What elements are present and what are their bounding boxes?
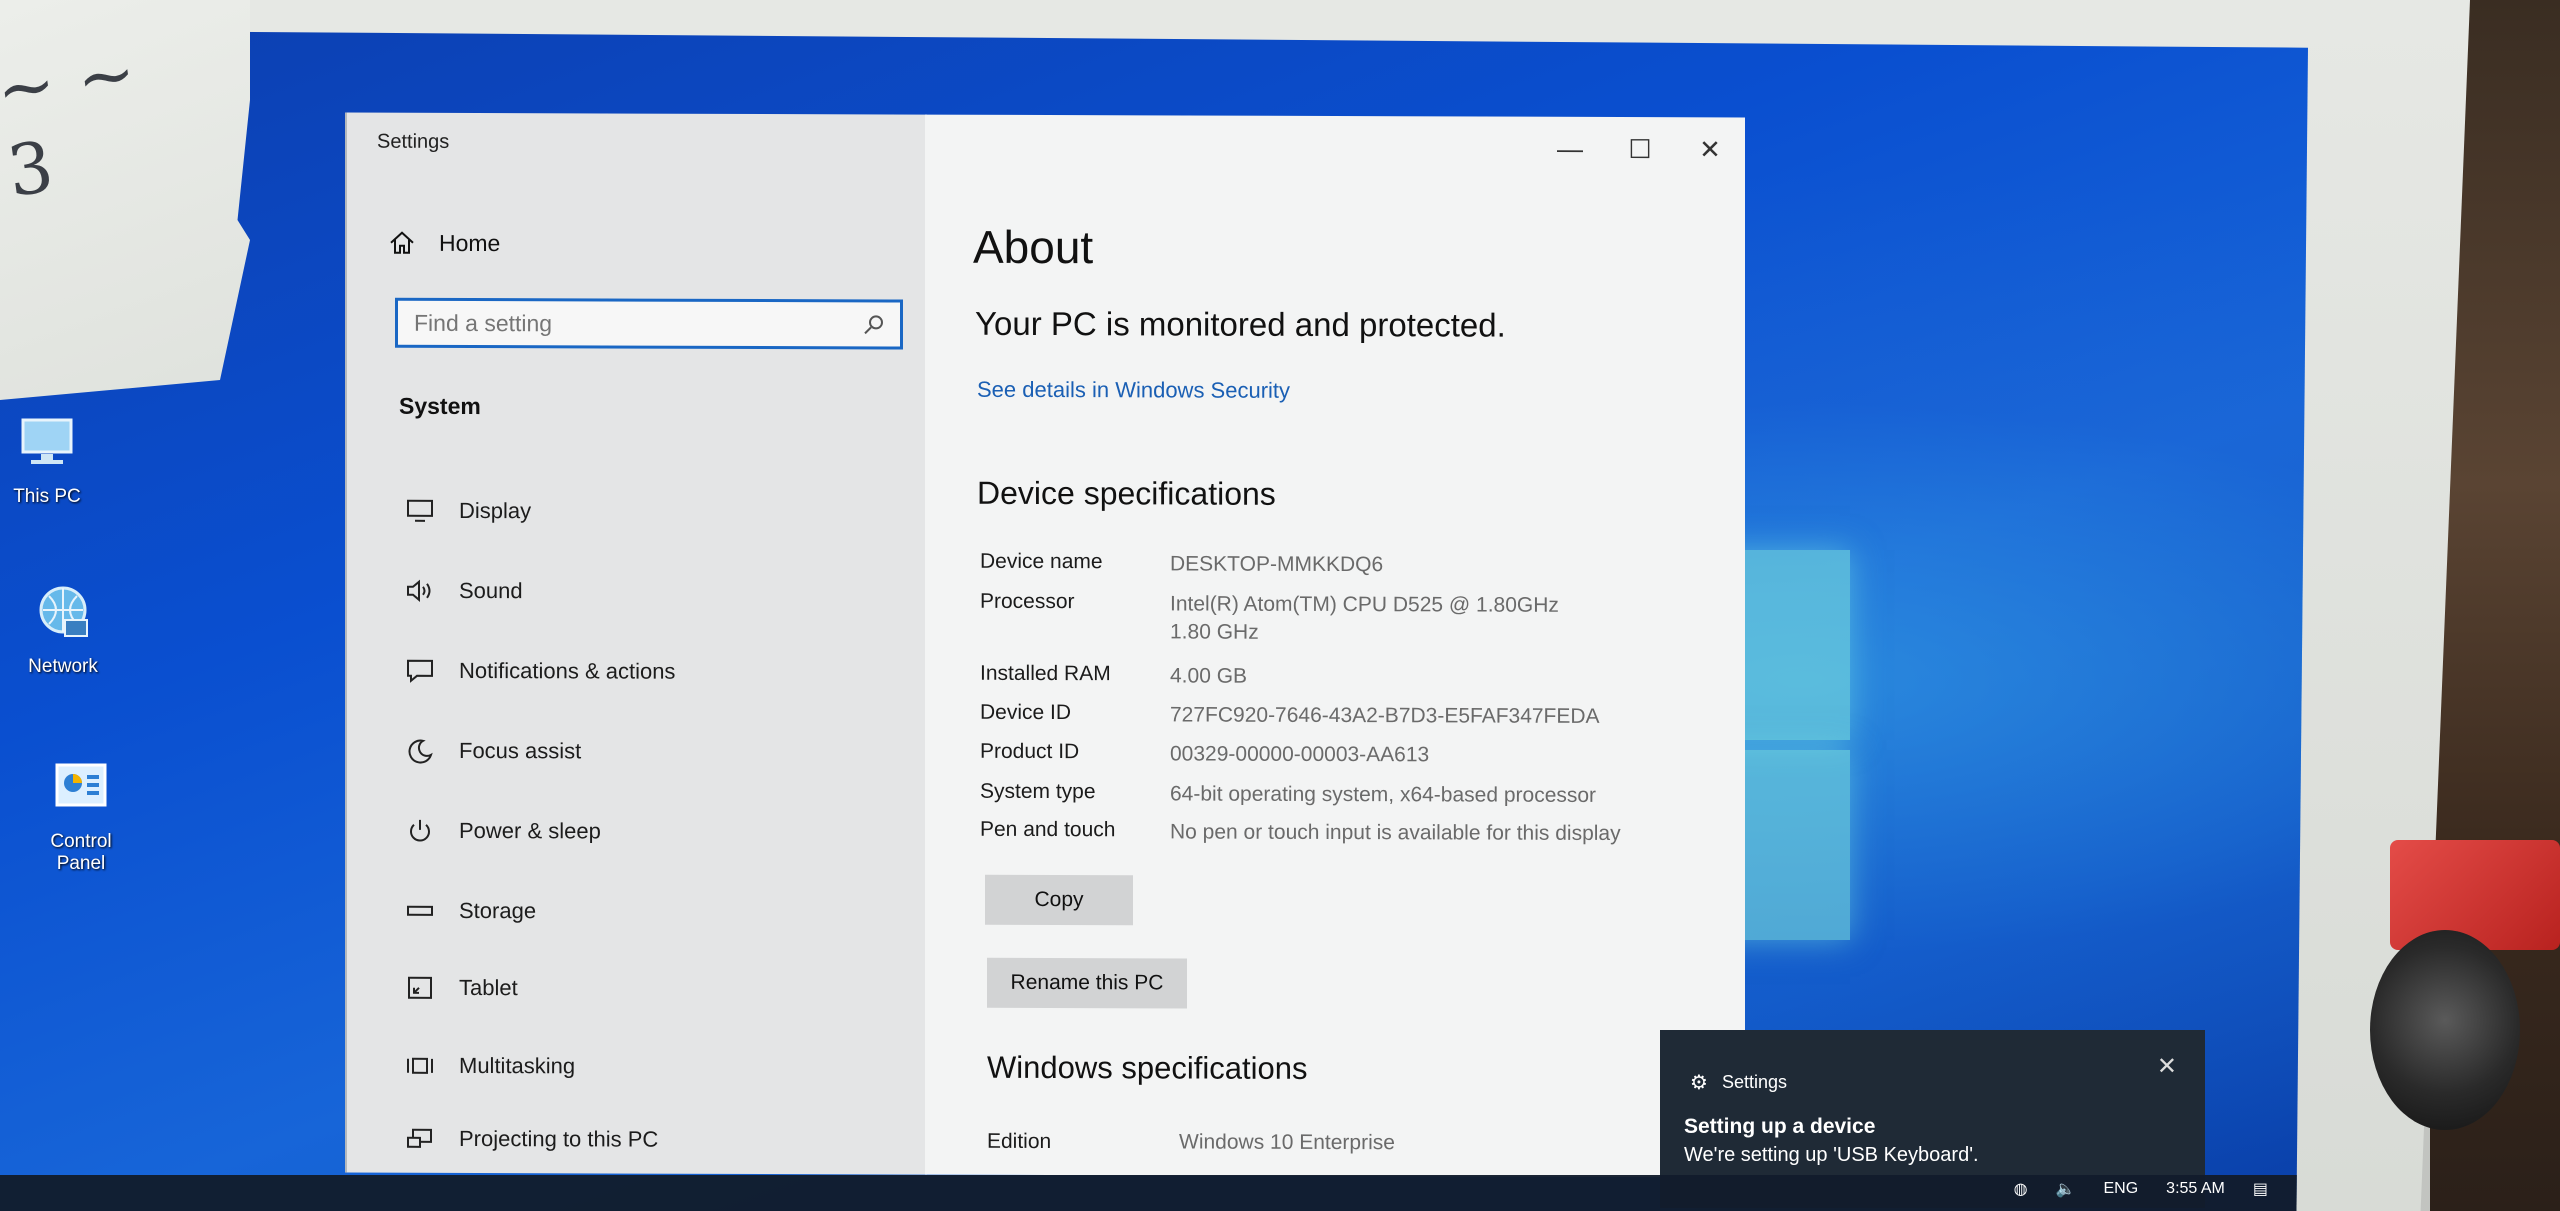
system-tray: ◍ 🔈 ENG 3:55 AM ▤ xyxy=(2014,1179,2268,1199)
toast-message: We're setting up 'USB Keyboard'. xyxy=(1684,1144,1979,1166)
spec-row-device-id: Device ID 727FC920-7646-43A2-B7D3-E5FAF3… xyxy=(980,701,1670,731)
spec-row-device-name: Device name DESKTOP-MMKKDQ6 xyxy=(980,550,1670,580)
sidebar-item-multitasking[interactable]: Multitasking xyxy=(405,1053,575,1080)
home-icon xyxy=(390,231,414,254)
desktop-icon-this-pc[interactable]: This PC xyxy=(0,410,102,508)
page-title: About xyxy=(973,220,1094,274)
storage-icon xyxy=(407,905,433,916)
sidebar-item-label: Sound xyxy=(459,577,523,604)
desktop-icon-network[interactable]: Network xyxy=(8,580,118,678)
spec-key: Installed RAM xyxy=(980,661,1111,686)
spec-key: Device name xyxy=(980,549,1103,574)
toast-app: ⚙ Settings xyxy=(1690,1070,1787,1095)
power-icon xyxy=(410,819,430,842)
spec-value: 4.00 GB xyxy=(1170,664,1248,688)
toast-title: Setting up a device xyxy=(1684,1115,1876,1138)
desktop-icon-label: Network xyxy=(28,656,98,677)
spec-row-processor: Processor Intel(R) Atom(TM) CPU D525 @ 1… xyxy=(980,590,1600,648)
search-box[interactable] xyxy=(395,297,903,350)
control-panel-icon xyxy=(55,763,107,807)
focus-assist-icon xyxy=(408,739,433,764)
spec-value: DESKTOP-MMKKDQ6 xyxy=(1170,552,1384,577)
paper-note: ~ ~3 xyxy=(0,0,250,400)
spec-row-product-id: Product ID 00329-00000-00003-AA613 xyxy=(980,740,1670,770)
spec-value: 727FC920-7646-43A2-B7D3-E5FAF347FEDA xyxy=(1170,703,1600,728)
notifications-icon xyxy=(407,659,433,683)
projecting-icon xyxy=(407,1128,432,1148)
photo-dark-object xyxy=(2370,930,2520,1130)
copy-button[interactable]: Copy xyxy=(985,874,1133,926)
spec-row-edition: Edition Windows 10 Enterprise xyxy=(987,1130,1395,1155)
desktop-icon-label: Control Panel xyxy=(50,831,112,874)
gear-icon: ⚙ xyxy=(1690,1072,1708,1094)
multitasking-icon xyxy=(407,1057,433,1074)
settings-sidebar: Settings Home System xyxy=(345,112,927,1175)
spec-key: Device ID xyxy=(980,700,1072,725)
sidebar-item-projecting[interactable]: Projecting to this PC xyxy=(405,1126,658,1153)
sound-icon xyxy=(407,579,431,602)
display-icon xyxy=(407,499,433,522)
sidebar-item-label: Focus assist xyxy=(459,737,582,764)
spec-value: 64-bit operating system, x64-based proce… xyxy=(1170,782,1597,807)
sidebar-item-label: Storage xyxy=(459,897,537,924)
sidebar-item-focus-assist[interactable]: Focus assist xyxy=(405,738,581,765)
sidebar-item-label: Projecting to this PC xyxy=(459,1125,659,1152)
sidebar-item-label: Tablet xyxy=(459,974,518,1001)
network-tray-icon[interactable]: ◍ xyxy=(2014,1179,2028,1199)
spec-value: Windows 10 Enterprise xyxy=(1179,1130,1395,1155)
spec-row-pen-touch: Pen and touch No pen or touch input is a… xyxy=(980,818,1670,848)
spec-row-installed-ram: Installed RAM 4.00 GB xyxy=(980,662,1670,692)
windows-specs-heading: Windows specifications xyxy=(987,1049,1308,1086)
handwritten-scribble: ~ ~3 xyxy=(0,31,141,213)
home-nav-item[interactable]: Home xyxy=(387,228,500,258)
language-indicator[interactable]: ENG xyxy=(2104,1180,2139,1198)
search-input[interactable] xyxy=(412,308,836,339)
action-center-icon[interactable]: ▤ xyxy=(2253,1179,2268,1199)
spec-key: Product ID xyxy=(980,739,1080,764)
sidebar-item-storage[interactable]: Storage xyxy=(405,898,536,924)
settings-window: Settings Home System xyxy=(345,112,1745,1178)
spec-key: Processor xyxy=(980,589,1075,614)
section-title-system: System xyxy=(399,392,481,420)
toast-app-name: Settings xyxy=(1721,1072,1787,1092)
photo-red-object xyxy=(2390,840,2560,950)
taskbar: ◍ 🔈 ENG 3:55 AM ▤ xyxy=(0,1175,2308,1211)
home-label: Home xyxy=(439,229,501,256)
close-button[interactable]: ✕ xyxy=(1685,129,1735,169)
toast-close-button[interactable]: ✕ xyxy=(2157,1052,2177,1081)
sidebar-item-sound[interactable]: Sound xyxy=(405,578,523,604)
tablet-icon xyxy=(408,976,432,999)
maximize-button[interactable]: ☐ xyxy=(1615,129,1665,169)
sidebar-item-label: Power & sleep xyxy=(459,817,601,844)
sidebar-item-label: Multitasking xyxy=(459,1052,576,1079)
clock[interactable]: 3:55 AM xyxy=(2166,1180,2225,1198)
sidebar-item-display[interactable]: Display xyxy=(405,498,531,524)
volume-tray-icon[interactable]: 🔈 xyxy=(2056,1179,2076,1199)
desktop-icon-label: This PC xyxy=(13,486,81,507)
desktop-icon-control-panel[interactable]: Control Panel xyxy=(26,755,136,875)
windows-security-link[interactable]: See details in Windows Security xyxy=(977,377,1290,404)
spec-row-system-type: System type 64-bit operating system, x64… xyxy=(980,780,1670,810)
spec-key: Pen and touch xyxy=(980,817,1116,842)
desktop-screen: This PC Network Control Panel Settings H… xyxy=(0,30,2308,1211)
minimize-button[interactable]: — xyxy=(1545,129,1595,169)
this-pc-icon xyxy=(21,418,73,464)
spec-value: 00329-00000-00003-AA613 xyxy=(1170,742,1430,767)
search-icon[interactable] xyxy=(862,312,886,336)
about-pane: — ☐ ✕ About Your PC is monitored and pro… xyxy=(925,114,1745,1178)
rename-pc-button[interactable]: Rename this PC xyxy=(987,957,1187,1009)
spec-value: No pen or touch input is available for t… xyxy=(1170,820,1621,846)
sidebar-item-label: Display xyxy=(459,497,532,524)
sidebar-item-notifications[interactable]: Notifications & actions xyxy=(405,658,675,685)
spec-key: System type xyxy=(980,779,1096,804)
spec-key: Edition xyxy=(987,1129,1052,1154)
protection-status: Your PC is monitored and protected. xyxy=(975,304,1506,344)
network-icon xyxy=(39,586,88,637)
window-title: Settings xyxy=(377,130,450,153)
sidebar-item-power-sleep[interactable]: Power & sleep xyxy=(405,818,601,845)
sidebar-item-label: Notifications & actions xyxy=(459,657,676,684)
spec-value: Intel(R) Atom(TM) CPU D525 @ 1.80GHz 1.8… xyxy=(1170,592,1559,644)
device-specs-heading: Device specifications xyxy=(977,474,1276,512)
sidebar-item-tablet[interactable]: Tablet xyxy=(405,975,518,1001)
